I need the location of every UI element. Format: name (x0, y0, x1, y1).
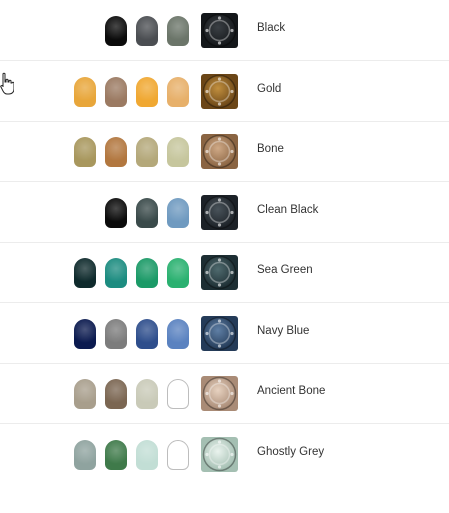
paint-pot-icon[interactable] (167, 318, 189, 349)
paint-scheme-name: Black (257, 22, 286, 34)
paint-pot-icon[interactable] (105, 76, 127, 107)
painted-sample-image[interactable] (201, 255, 238, 290)
paint-scheme-row[interactable]: Navy Blue (0, 303, 449, 364)
hand-cursor-icon (0, 72, 14, 95)
paint-scheme-name: Clean Black (257, 203, 319, 216)
paint-scheme-row[interactable]: Black (0, 0, 449, 61)
paint-pot-icon[interactable] (167, 379, 189, 409)
paint-pot-icon[interactable] (105, 258, 127, 288)
paint-scheme-row[interactable]: Ghostly Grey (0, 424, 449, 484)
paint-pot-icon[interactable] (167, 197, 189, 228)
paint-pot-icon[interactable] (136, 76, 158, 107)
painted-sample-image[interactable] (201, 73, 238, 109)
paint-scheme-name: Ancient Bone (257, 385, 326, 397)
paint-pot-icon[interactable] (105, 16, 127, 46)
painted-sample-image[interactable] (201, 194, 238, 230)
painted-sample-image[interactable] (201, 436, 238, 472)
paint-pot-icon[interactable] (105, 379, 127, 409)
painted-sample-image[interactable] (201, 315, 238, 351)
paint-pot-icon[interactable] (74, 76, 96, 107)
paint-scheme-name: Bone (257, 143, 284, 155)
paint-pot-icon[interactable] (167, 137, 189, 167)
painted-sample-image[interactable] (201, 134, 238, 169)
paint-pot-icon[interactable] (136, 16, 158, 46)
paint-pot-icon[interactable] (74, 439, 96, 470)
paint-pot-icon[interactable] (74, 379, 96, 409)
paint-scheme-name: Ghostly Grey (257, 445, 325, 458)
paint-scheme-row[interactable]: Sea Green (0, 242, 449, 303)
paint-scheme-row[interactable]: Bone (0, 121, 449, 182)
paint-pot-icon[interactable] (74, 258, 96, 288)
paint-scheme-row[interactable]: Clean Black (0, 182, 449, 243)
paint-pot-icon[interactable] (136, 318, 158, 349)
painted-sample-image[interactable] (201, 13, 238, 48)
paint-pot-icon[interactable] (105, 137, 127, 167)
paint-pot-icon[interactable] (105, 439, 127, 470)
paint-pot-icon[interactable] (74, 318, 96, 349)
paint-pot-icon[interactable] (136, 439, 158, 470)
paint-pot-icon[interactable] (105, 318, 127, 349)
painted-sample-image[interactable] (201, 376, 238, 411)
paint-scheme-name: Gold (257, 82, 282, 95)
paint-pot-icon[interactable] (136, 258, 158, 288)
paint-scheme-row[interactable]: Ancient Bone (0, 363, 449, 424)
paint-scheme-row[interactable]: Gold (0, 61, 449, 122)
paint-pot-icon[interactable] (136, 197, 158, 228)
paint-scheme-name: Sea Green (257, 264, 313, 276)
paint-pot-icon[interactable] (136, 137, 158, 167)
paint-scheme-name: Navy Blue (257, 324, 310, 337)
paint-pot-icon[interactable] (167, 16, 189, 46)
paint-pot-icon[interactable] (167, 258, 189, 288)
paint-pot-icon[interactable] (74, 137, 96, 167)
paint-pot-icon[interactable] (167, 76, 189, 107)
paint-pot-icon[interactable] (105, 197, 127, 228)
paint-pot-icon[interactable] (167, 439, 189, 470)
paint-pot-icon[interactable] (136, 379, 158, 409)
